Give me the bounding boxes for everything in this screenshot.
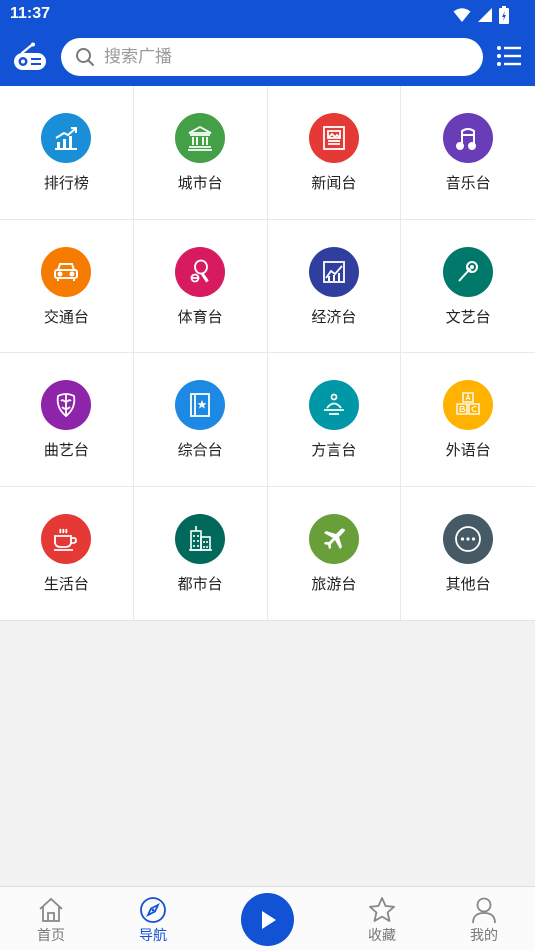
category-traffic[interactable]: 交通台	[0, 219, 134, 353]
table-tennis-icon	[175, 246, 226, 297]
category-label: 城市台	[177, 174, 223, 192]
app-header	[0, 30, 535, 86]
category-label: 体育台	[177, 307, 223, 326]
trending-chart-icon	[41, 113, 92, 163]
bottom-nav: 首页 导航 收藏 我的	[0, 886, 535, 951]
play-button[interactable]	[241, 893, 294, 946]
car-icon	[41, 246, 92, 297]
search-box[interactable]	[61, 38, 483, 76]
status-icons	[453, 6, 509, 24]
airplane-icon	[308, 513, 359, 564]
more-dots-icon	[443, 513, 494, 564]
nav-label: 首页	[37, 928, 65, 944]
category-label: 曲艺台	[43, 441, 89, 459]
category-music[interactable]: 音乐台	[401, 86, 535, 220]
nav-label: 我的	[470, 928, 498, 944]
category-folk-arts[interactable]: 曲艺台	[0, 353, 134, 487]
category-arts[interactable]: 文艺台	[401, 220, 535, 353]
category-foreign-language[interactable]: 外语台	[401, 353, 535, 487]
category-economy[interactable]: 经济台	[267, 219, 402, 353]
wifi-icon	[453, 8, 471, 22]
list-menu-icon[interactable]	[497, 45, 521, 67]
category-label: 经济台	[311, 307, 357, 326]
book-star-icon	[175, 380, 226, 430]
category-general[interactable]: 综合台	[133, 353, 268, 487]
category-label: 外语台	[445, 441, 491, 459]
category-label: 方言台	[311, 441, 357, 459]
compass-icon	[140, 897, 166, 923]
play-icon	[261, 910, 276, 929]
search-input[interactable]	[104, 47, 444, 67]
speaker-person-icon	[308, 380, 359, 430]
nav-home[interactable]: 首页	[11, 887, 91, 951]
status-bar: 11:37	[0, 0, 535, 30]
category-travel[interactable]: 旅游台	[268, 486, 402, 620]
category-label: 文艺台	[445, 307, 491, 326]
nav-label: 导航	[139, 928, 167, 944]
music-note-icon	[443, 113, 494, 163]
coffee-cup-icon	[41, 513, 92, 564]
category-label: 旅游台	[311, 574, 357, 593]
newspaper-icon	[308, 113, 359, 163]
search-icon	[76, 48, 94, 66]
category-label: 其他台	[445, 574, 491, 593]
category-label: 综合台	[177, 441, 223, 459]
nav-navigation[interactable]: 导航	[113, 887, 193, 951]
nav-favorites[interactable]: 收藏	[342, 887, 422, 951]
microphone-icon	[443, 246, 494, 297]
home-icon	[39, 897, 63, 922]
category-label: 音乐台	[445, 174, 491, 192]
opera-mask-icon	[41, 380, 92, 430]
economy-chart-icon	[308, 246, 359, 297]
category-label: 生活台	[43, 574, 89, 593]
category-label: 新闻台	[311, 174, 357, 192]
category-label: 都市台	[177, 574, 223, 593]
battery-icon	[499, 6, 509, 24]
radio-logo-icon[interactable]	[13, 42, 47, 72]
nav-label: 收藏	[368, 928, 396, 944]
category-label: 排行榜	[43, 174, 89, 192]
category-sports[interactable]: 体育台	[133, 219, 268, 353]
category-label: 交通台	[43, 307, 89, 326]
category-city[interactable]: 城市台	[133, 86, 268, 220]
category-metropolis[interactable]: 都市台	[134, 486, 268, 620]
buildings-icon	[175, 513, 226, 564]
category-ranking[interactable]: 排行榜	[0, 86, 134, 220]
category-news[interactable]: 新闻台	[267, 86, 402, 220]
star-icon	[369, 897, 395, 922]
nav-mine[interactable]: 我的	[444, 887, 524, 951]
signal-icon	[478, 8, 492, 22]
category-other[interactable]: 其他台	[401, 487, 535, 621]
abc-blocks-icon	[443, 380, 494, 430]
category-grid: 排行榜 城市台 新闻台 音乐台 交通台 体育台 经济台 文艺台 曲艺台 综合台 …	[0, 86, 535, 621]
city-hall-icon	[175, 113, 226, 163]
category-life[interactable]: 生活台	[0, 486, 134, 620]
category-dialect[interactable]: 方言台	[267, 353, 402, 487]
user-icon	[472, 897, 496, 924]
status-time: 11:37	[10, 5, 51, 22]
